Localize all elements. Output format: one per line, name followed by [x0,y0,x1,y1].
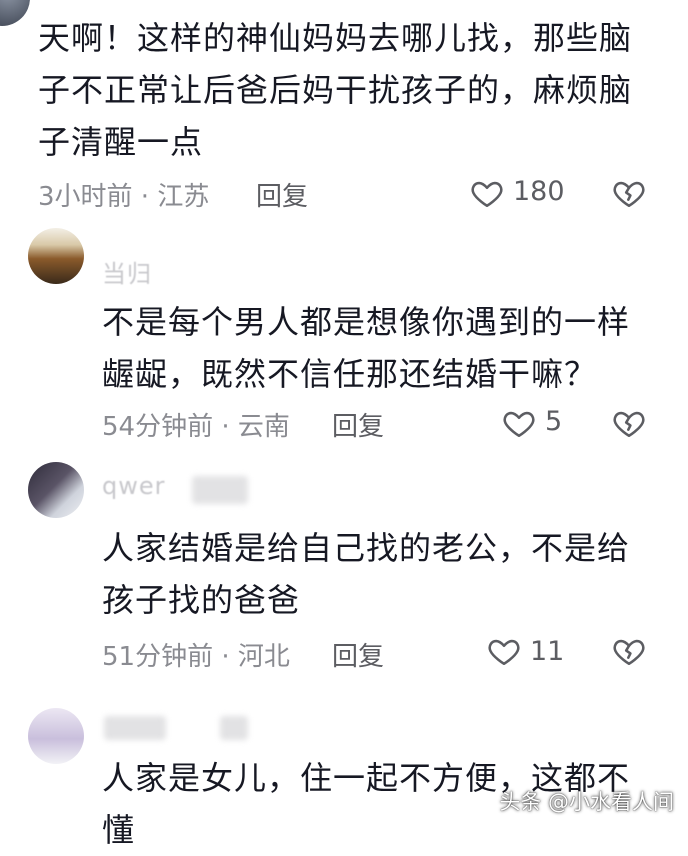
comment-meta: 54分钟前 · 云南 [102,406,290,443]
like-count: 5 [545,406,563,437]
avatar[interactable] [28,462,84,518]
reply-button[interactable]: 回复 [332,636,384,673]
comment-item: qwer 人家结婚是给自己找的老公，不是给 孩子找的爸爸 51分钟前 · 河北 … [0,462,688,682]
reply-button[interactable]: 回复 [256,176,308,213]
username[interactable]: 当归 [102,254,152,289]
like-count: 180 [513,176,565,207]
blurred-username-region [104,716,166,740]
blurred-username-region [220,716,248,740]
avatar[interactable] [0,0,30,26]
blurred-username-region [192,476,248,504]
comment-text: 不是每个男人都是想像你遇到的一样 龌龊，既然不信任那还结婚干嘛？ [102,303,631,393]
meta-separator: · [213,642,238,672]
comment-location: 云南 [237,412,290,442]
username[interactable]: qwer [102,472,166,500]
broken-heart-icon[interactable] [612,634,646,668]
reply-button[interactable]: 回复 [332,406,384,443]
comment-item: 天啊！这样的神仙妈妈去哪儿找，那些脑 子不正常让后爸后妈干扰孩子的，麻烦脑 子清… [0,0,688,230]
comment-text: 天啊！这样的神仙妈妈去哪儿找，那些脑 子不正常让后爸后妈干扰孩子的，麻烦脑 子清… [38,19,633,161]
comment-time: 54分钟前 [102,412,214,442]
like-count: 11 [530,636,565,667]
heart-outline-icon[interactable] [487,634,521,668]
heart-outline-icon[interactable] [470,176,504,210]
comment-location: 江苏 [157,182,210,212]
broken-heart-icon[interactable] [612,176,646,210]
broken-heart-icon[interactable] [612,406,646,440]
watermark: 头条 @小水看人间 [499,790,674,814]
comment-time: 51分钟前 [102,642,214,672]
meta-separator: · [132,182,158,212]
comment-text: 人家结婚是给自己找的老公，不是给 孩子找的爸爸 [102,529,631,619]
avatar[interactable] [28,228,84,284]
comment-time: 3小时前 [38,182,133,212]
heart-outline-icon[interactable] [502,406,536,440]
comment-location: 河北 [237,642,290,672]
comment-item: 当归 不是每个男人都是想像你遇到的一样 龌龊，既然不信任那还结婚干嘛？ 54分钟… [0,228,688,452]
avatar[interactable] [28,708,84,764]
meta-separator: · [213,412,238,442]
comment-meta: 3小时前 · 江苏 [38,176,209,213]
comment-meta: 51分钟前 · 河北 [102,636,290,673]
